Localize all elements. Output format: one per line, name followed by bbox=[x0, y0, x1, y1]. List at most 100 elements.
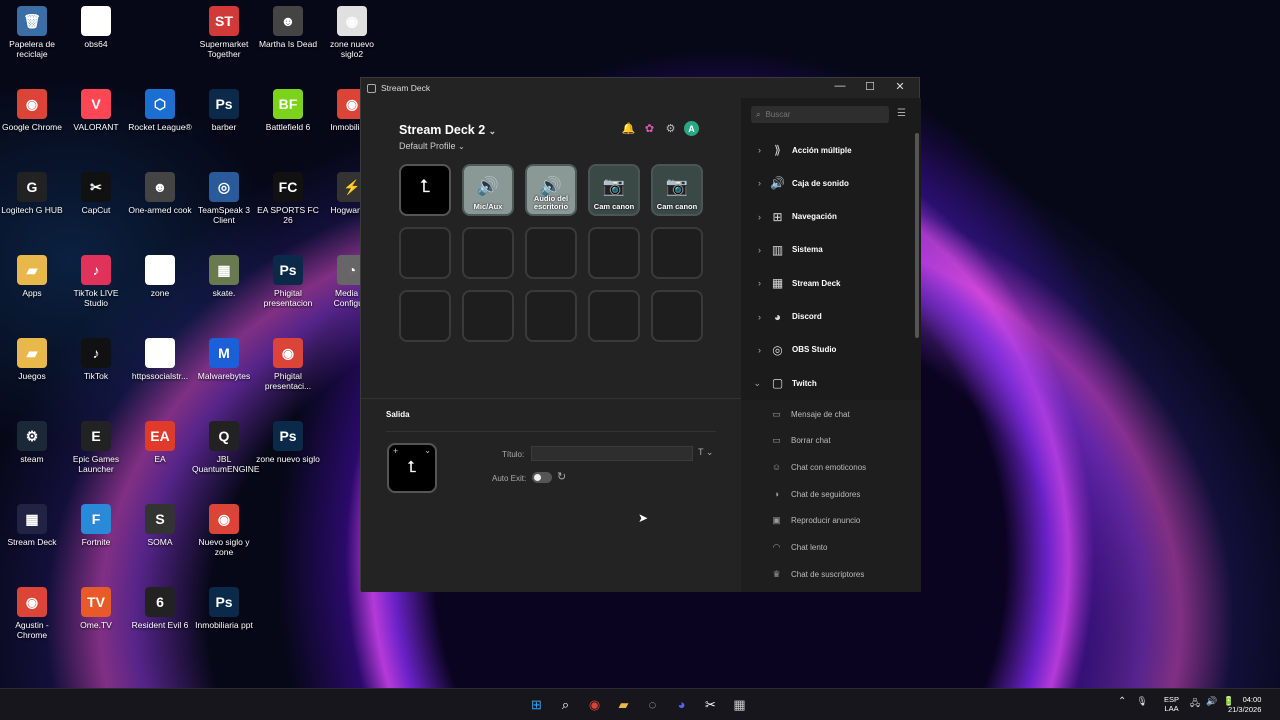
profile-selector[interactable]: Default Profile ⌄ bbox=[399, 141, 465, 151]
close-button[interactable]: ✕ bbox=[885, 80, 915, 93]
scrollbar[interactable] bbox=[915, 133, 919, 338]
desktop-icon[interactable]: F Fortnite bbox=[64, 500, 128, 547]
desktop-icon[interactable]: ▰ Juegos bbox=[0, 334, 64, 381]
desktop-icon[interactable]: ▯ httpssocialstr... bbox=[128, 334, 192, 381]
twitch-action-item[interactable]: ♛ Chat de suscriptores bbox=[741, 563, 913, 585]
twitch-action-item[interactable]: ◠ Chat lento bbox=[741, 537, 913, 559]
taskbar-stream-deck-icon[interactable]: ▦ bbox=[729, 694, 750, 715]
desktop-icon[interactable]: V VALORANT bbox=[64, 85, 128, 132]
desktop-icon[interactable]: ☻ Martha Is Dead bbox=[256, 2, 320, 49]
desktop-icon[interactable]: E Epic Games Launcher bbox=[64, 417, 128, 474]
auto-exit-toggle[interactable] bbox=[532, 472, 552, 483]
twitch-action-item[interactable]: ◑ Chat de seguidores bbox=[741, 483, 913, 505]
desktop-icon[interactable]: Ps Phigital presentacion bbox=[256, 251, 320, 308]
desktop-icon[interactable]: Ps barber bbox=[192, 85, 256, 132]
twitch-action-item[interactable]: ▭ Mensaje de chat bbox=[741, 403, 913, 425]
action-category[interactable]: › ▦ Stream Deck bbox=[741, 272, 913, 294]
action-category[interactable]: › 🔊 Caja de sonido bbox=[741, 172, 913, 194]
chevron-down-icon[interactable]: ⌄ bbox=[424, 446, 431, 455]
list-view-icon[interactable]: ☰ bbox=[897, 108, 906, 119]
bell-icon[interactable]: 🔔 bbox=[621, 121, 636, 136]
empty-key[interactable] bbox=[525, 290, 577, 342]
clock[interactable]: 04:00 21/3/2026 bbox=[1228, 695, 1261, 715]
taskbar-windows-start-icon[interactable]: ⊞ bbox=[526, 694, 547, 715]
title-input[interactable] bbox=[531, 446, 693, 461]
desktop-icon[interactable]: ✂ CapCut bbox=[64, 168, 128, 215]
desktop-icon[interactable]: BF Battlefield 6 bbox=[256, 85, 320, 132]
microphone-icon[interactable]: 🎙 bbox=[1136, 696, 1147, 707]
deck-key[interactable]: ⮤ bbox=[399, 164, 451, 216]
action-category[interactable]: › ⊞ Navegación bbox=[741, 206, 913, 228]
desktop-icon[interactable]: ▦ skate. bbox=[192, 251, 256, 298]
desktop-icon[interactable]: ▦ Stream Deck bbox=[0, 500, 64, 547]
desktop-icon[interactable]: ♪ TikTok LIVE Studio bbox=[64, 251, 128, 308]
desktop-icon[interactable]: G Logitech G HUB bbox=[0, 168, 64, 215]
desktop-icon[interactable]: 6 Resident Evil 6 bbox=[128, 583, 192, 630]
desktop-icon[interactable]: ☻ One-armed cook bbox=[128, 168, 192, 215]
avatar[interactable]: A bbox=[684, 121, 699, 136]
taskbar-app-circle-icon[interactable]: ◌ bbox=[642, 694, 663, 715]
maximize-button[interactable]: ☐ bbox=[855, 80, 885, 93]
desktop-icon[interactable]: 🗑 Papelera de reciclaje bbox=[0, 2, 64, 59]
reset-icon[interactable]: ↻ bbox=[557, 470, 566, 483]
twitch-action-item[interactable]: ▣ Reproducir anuncio bbox=[741, 510, 913, 532]
deck-key[interactable]: 🔊 Mic/Aux bbox=[462, 164, 514, 216]
plus-icon[interactable]: + bbox=[393, 446, 398, 456]
desktop-icon[interactable]: ◉ Agustin - Chrome bbox=[0, 583, 64, 640]
empty-key[interactable] bbox=[399, 290, 451, 342]
empty-key[interactable] bbox=[462, 227, 514, 279]
empty-key[interactable] bbox=[525, 227, 577, 279]
taskbar-chrome-icon[interactable]: ◉ bbox=[584, 694, 605, 715]
desktop-icon[interactable]: ◉ Nuevo siglo y zone bbox=[192, 500, 256, 557]
key-preview[interactable]: + ⌄ ⮤ bbox=[387, 443, 437, 493]
action-category[interactable]: ⌄ ▢ Twitch bbox=[741, 372, 913, 394]
deck-key[interactable]: 📷 Cam canon bbox=[651, 164, 703, 216]
search-input[interactable] bbox=[765, 110, 876, 119]
empty-key[interactable] bbox=[588, 227, 640, 279]
desktop-icon[interactable]: ◉ zone nuevo siglo2 bbox=[320, 2, 384, 59]
chevron-up-icon[interactable]: ⌃ bbox=[1118, 696, 1126, 707]
empty-key[interactable] bbox=[651, 290, 703, 342]
search-box[interactable]: ⌕ bbox=[751, 106, 889, 123]
desktop-icon[interactable]: ◉ Google Chrome bbox=[0, 85, 64, 132]
empty-key[interactable] bbox=[588, 290, 640, 342]
action-category[interactable]: › ⟫ Acción múltiple bbox=[741, 139, 913, 161]
desktop-icon[interactable]: ⚙ steam bbox=[0, 417, 64, 464]
taskbar-search-icon[interactable]: ⌕ bbox=[555, 694, 576, 715]
taskbar-file-explorer-icon[interactable]: ▰ bbox=[613, 694, 634, 715]
desktop-icon[interactable]: EA EA bbox=[128, 417, 192, 464]
empty-key[interactable] bbox=[651, 227, 703, 279]
action-category[interactable]: › ◕ Discord bbox=[741, 306, 913, 328]
desktop-icon[interactable]: TV Ome.TV bbox=[64, 583, 128, 630]
deck-key[interactable]: 📷 Cam canon bbox=[588, 164, 640, 216]
text-format-icon[interactable]: T ⌄ bbox=[698, 447, 713, 458]
twitch-action-item[interactable]: ▭ Borrar chat bbox=[741, 430, 913, 452]
minimize-button[interactable]: — bbox=[825, 80, 855, 93]
taskbar-discord-icon[interactable]: ◕ bbox=[671, 694, 692, 715]
desktop-icon[interactable]: ♪ TikTok bbox=[64, 334, 128, 381]
desktop-icon[interactable]: ▰ Apps bbox=[0, 251, 64, 298]
empty-key[interactable] bbox=[399, 227, 451, 279]
desktop-icon[interactable]: FC EA SPORTS FC 26 bbox=[256, 168, 320, 225]
taskbar-capcut-icon[interactable]: ✂ bbox=[700, 694, 721, 715]
desktop-icon[interactable]: ◎ TeamSpeak 3 Client bbox=[192, 168, 256, 225]
action-category[interactable]: › ▥ Sistema bbox=[741, 239, 913, 261]
desktop-icon[interactable]: Ps zone nuevo siglo bbox=[256, 417, 320, 464]
empty-key[interactable] bbox=[462, 290, 514, 342]
device-selector[interactable]: Stream Deck 2 ⌄ bbox=[399, 123, 496, 137]
action-category[interactable]: › ◎ OBS Studio bbox=[741, 339, 913, 361]
twitch-action-item[interactable]: ☺ Chat con emoticonos bbox=[741, 456, 913, 478]
store-icon[interactable]: ✿ bbox=[642, 121, 657, 136]
language-indicator[interactable]: ESP LAA bbox=[1164, 695, 1179, 713]
desktop-icon[interactable]: ▯ zone bbox=[128, 251, 192, 298]
desktop-icon[interactable]: Q JBL QuantumENGINE bbox=[192, 417, 260, 474]
desktop-icon[interactable]: ST Supermarket Together bbox=[192, 2, 256, 59]
desktop-icon[interactable]: ⬡ Rocket League® bbox=[128, 85, 192, 132]
desktop-icon[interactable]: S SOMA bbox=[128, 500, 192, 547]
desktop-icon[interactable]: M Malwarebytes bbox=[192, 334, 256, 381]
gear-icon[interactable]: ⚙ bbox=[663, 121, 678, 136]
desktop-icon[interactable]: ◉ Phigital presentaci... bbox=[256, 334, 320, 391]
desktop-icon[interactable]: Ps Inmobiliaria ppt bbox=[192, 583, 256, 630]
deck-key[interactable]: 🔊 Audio del escritorio bbox=[525, 164, 577, 216]
desktop-icon[interactable]: ▯ obs64 bbox=[64, 2, 128, 49]
